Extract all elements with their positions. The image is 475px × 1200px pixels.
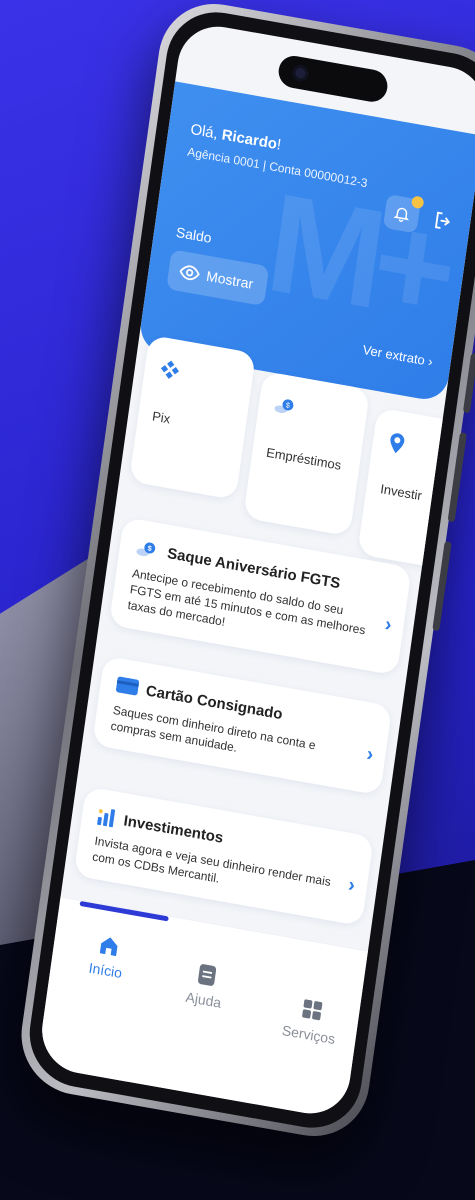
show-balance-button[interactable]: Mostrar bbox=[166, 249, 270, 307]
dynamic-island bbox=[276, 53, 390, 105]
tab-label: Serviços bbox=[281, 1021, 337, 1048]
invest-icon bbox=[390, 433, 405, 454]
greeting-suffix: ! bbox=[275, 136, 283, 154]
logout-icon bbox=[434, 211, 451, 229]
grid-icon bbox=[302, 999, 323, 1021]
phone-body: M+ Olá, Ricardo! Agência 0001 | Conta 00… bbox=[14, 0, 475, 1146]
brand-watermark: M+ bbox=[258, 162, 457, 350]
quick-action-loans[interactable]: $ Empréstimos bbox=[243, 371, 371, 537]
loan-icon: $ bbox=[274, 399, 294, 414]
user-name: Ricardo bbox=[220, 126, 279, 153]
fgts-icon: $ bbox=[136, 542, 156, 557]
tab-services[interactable]: Serviços bbox=[281, 994, 340, 1047]
camera-icon bbox=[291, 63, 310, 83]
home-icon bbox=[99, 937, 118, 956]
tab-help[interactable]: Ajuda bbox=[185, 961, 226, 1011]
document-icon bbox=[197, 964, 217, 986]
chevron-right-icon: › bbox=[383, 613, 394, 637]
active-tab-indicator bbox=[79, 900, 169, 922]
tab-label: Início bbox=[87, 959, 124, 982]
promo-card-investments[interactable]: Investimentos Invista agora e veja seu d… bbox=[73, 786, 374, 927]
tab-home[interactable]: Início bbox=[88, 932, 127, 981]
chevron-right-icon: › bbox=[346, 873, 357, 897]
bell-icon bbox=[393, 207, 409, 222]
notifications-button[interactable] bbox=[382, 193, 425, 234]
quick-action-pix[interactable]: Pix bbox=[129, 334, 257, 501]
tab-label: Ajuda bbox=[184, 988, 223, 1011]
balance-label: Saldo bbox=[175, 223, 213, 246]
eye-icon bbox=[179, 265, 200, 281]
phone-mockup: M+ Olá, Ricardo! Agência 0001 | Conta 00… bbox=[0, 0, 475, 1200]
chart-icon bbox=[97, 809, 116, 828]
quick-action-label: Investir bbox=[379, 481, 423, 504]
card-icon bbox=[115, 676, 140, 696]
greeting-prefix: Olá, bbox=[189, 120, 224, 144]
quick-action-pay[interactable]: Pa bbox=[471, 441, 475, 608]
chevron-right-icon: › bbox=[365, 743, 375, 767]
quick-action-label: Empréstimos bbox=[265, 444, 343, 473]
show-balance-label: Mostrar bbox=[205, 267, 255, 292]
promo-card-consigned[interactable]: Cartão Consignado Saques com dinheiro di… bbox=[91, 655, 393, 796]
quick-action-label: Pix bbox=[151, 408, 172, 427]
pix-icon bbox=[160, 360, 179, 379]
logout-button[interactable] bbox=[430, 208, 455, 239]
